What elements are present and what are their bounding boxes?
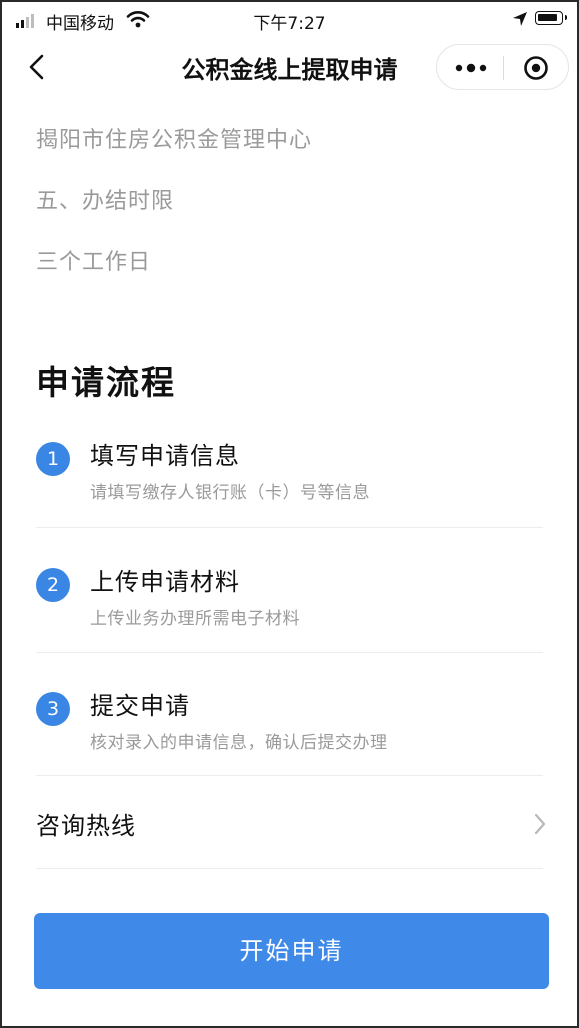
step-title: 上传申请材料 (90, 568, 240, 596)
chevron-right-icon (534, 813, 546, 835)
agency-name-text: 揭阳市住房公积金管理中心 (36, 128, 313, 153)
start-application-button[interactable]: 开始申请 (34, 913, 549, 989)
hotline-label: 咨询热线 (36, 812, 136, 840)
step-number-badge: 1 (36, 442, 70, 476)
divider (36, 868, 543, 869)
hotline-row[interactable]: 咨询热线 (2, 778, 577, 868)
time-limit-value: 三个工作日 (36, 250, 152, 275)
more-dots-icon[interactable] (453, 58, 489, 78)
step-number-badge: 3 (36, 692, 70, 726)
process-section-title: 申请流程 (36, 363, 176, 402)
battery-icon (535, 11, 567, 25)
status-bar: 中国移动 下午7:27 (2, 2, 577, 36)
target-circle-icon[interactable] (523, 55, 549, 81)
miniprogram-capsule (436, 44, 569, 90)
location-icon (513, 12, 527, 26)
time-limit-heading: 五、办结时限 (36, 189, 175, 214)
navigation-bar: 公积金线上提取申请 (2, 36, 577, 98)
step-title: 填写申请信息 (90, 442, 240, 470)
process-step: 1 填写申请信息 请填写缴存人银行账（卡）号等信息 (2, 428, 577, 552)
process-step: 2 上传申请材料 上传业务办理所需电子材料 (2, 554, 577, 678)
divider (36, 652, 543, 653)
step-description: 上传业务办理所需电子材料 (90, 609, 300, 629)
divider (36, 527, 543, 528)
capsule-divider (503, 56, 504, 80)
step-description: 核对录入的申请信息，确认后提交办理 (90, 733, 388, 753)
step-description: 请填写缴存人银行账（卡）号等信息 (90, 483, 370, 503)
phone-screen: 中国移动 下午7:27 公积金线上提取申请 揭阳市住房公积金管理中心 五、办结时… (0, 0, 579, 1028)
divider (36, 775, 543, 776)
clock-time: 下午7:27 (253, 14, 326, 34)
step-title: 提交申请 (90, 692, 190, 720)
step-number-badge: 2 (36, 568, 70, 602)
